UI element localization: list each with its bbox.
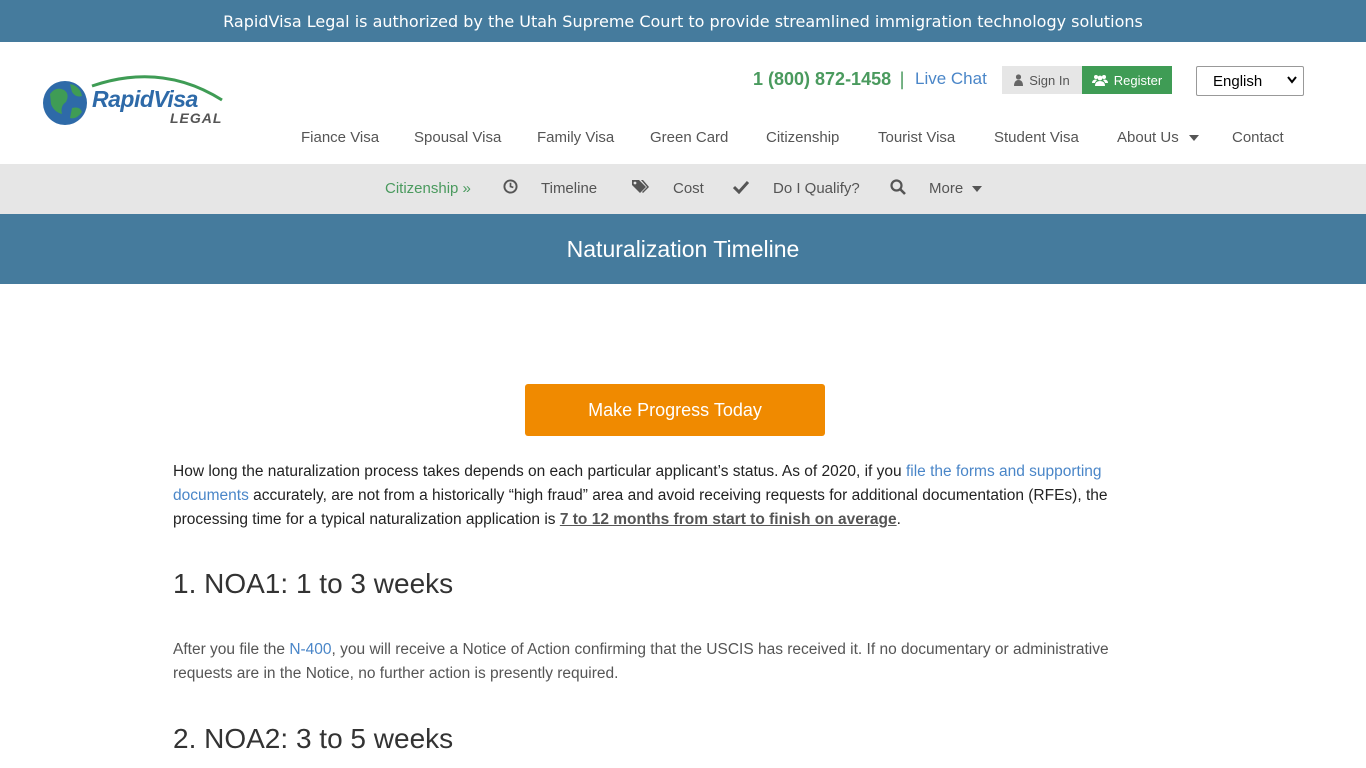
contact-separator: | xyxy=(899,69,906,90)
announcement-bar: RapidVisa Legal is authorized by the Uta… xyxy=(0,0,1366,42)
check-icon xyxy=(732,179,750,198)
language-select[interactable]: English xyxy=(1196,66,1304,96)
caret-down-icon xyxy=(972,186,983,193)
subnav-cost[interactable]: Cost xyxy=(673,180,704,197)
register-button[interactable]: Register xyxy=(1082,66,1172,94)
sign-in-label: Sign In xyxy=(1029,72,1070,88)
page-title-bar: Naturalization Timeline xyxy=(0,214,1366,284)
section-noa1-paragraph: After you file the N-400, you will recei… xyxy=(173,638,1163,686)
n400-link[interactable]: N-400 xyxy=(289,641,331,658)
nav-spousal-visa[interactable]: Spousal Visa xyxy=(414,129,501,146)
intro-paragraph: How long the naturalization process take… xyxy=(173,460,1163,532)
subnav-do-i-qualify[interactable]: Do I Qualify? xyxy=(773,180,860,197)
intro-text-1: How long the naturalization process take… xyxy=(173,463,906,480)
sign-in-button[interactable]: Sign In xyxy=(1002,66,1082,94)
section-heading-noa1: 1. NOA1: 1 to 3 weeks xyxy=(173,568,454,599)
nav-tourist-visa[interactable]: Tourist Visa xyxy=(878,129,955,146)
intro-paragraph-wrap: How long the naturalization process take… xyxy=(173,460,1163,532)
user-icon xyxy=(1014,74,1024,86)
nav-about-us-label: About Us xyxy=(1117,129,1179,146)
live-chat-link[interactable]: Live Chat xyxy=(915,69,987,89)
logo-word-visa: Visa xyxy=(153,86,198,112)
nav-green-card[interactable]: Green Card xyxy=(650,129,728,146)
intro-emphasis: 7 to 12 months from start to finish on a… xyxy=(559,511,897,528)
make-progress-button[interactable]: Make Progress Today xyxy=(525,384,825,436)
register-label: Register xyxy=(1113,72,1163,88)
caret-down-icon xyxy=(1188,135,1199,142)
subnav-citizenship[interactable]: Citizenship » xyxy=(385,180,471,197)
subnav-timeline[interactable]: Timeline xyxy=(541,180,597,197)
search-icon[interactable] xyxy=(890,179,906,199)
announcement-text: RapidVisa Legal is authorized by the Uta… xyxy=(223,11,1143,31)
nav-fiance-visa[interactable]: Fiance Visa xyxy=(301,129,379,146)
language-selected-value: English xyxy=(1213,72,1263,90)
logo-wordmark: RapidVisa xyxy=(92,86,198,113)
nav-citizenship[interactable]: Citizenship xyxy=(766,129,839,146)
intro-text-3: . xyxy=(896,511,901,528)
noa1-text-1: After you file the xyxy=(173,641,290,658)
page-title: Naturalization Timeline xyxy=(566,235,800,262)
nav-student-visa[interactable]: Student Visa xyxy=(994,129,1079,146)
tags-icon xyxy=(631,179,650,198)
section-subnav: Citizenship » Timeline Cost Do I Qualify… xyxy=(0,164,1366,214)
phone-number[interactable]: 1 (800) 872-1458 xyxy=(753,69,891,90)
clock-icon xyxy=(503,179,518,198)
subnav-more-label: More xyxy=(929,180,964,197)
site-header: RapidVisa LEGAL 1 (800) 872-1458 | Live … xyxy=(0,42,1366,164)
logo[interactable]: RapidVisa LEGAL xyxy=(42,72,232,130)
users-group-icon xyxy=(1091,75,1108,86)
subnav-more[interactable]: More xyxy=(929,180,983,197)
main-nav: Fiance Visa Spousal Visa Family Visa Gre… xyxy=(0,129,1366,151)
nav-about-us[interactable]: About Us xyxy=(1117,129,1199,146)
section-heading-noa2: 2. NOA2: 3 to 5 weeks xyxy=(173,723,454,754)
chevron-down-icon xyxy=(1287,75,1297,87)
logo-word-rapid: Rapid xyxy=(92,86,154,112)
nav-family-visa[interactable]: Family Visa xyxy=(537,129,614,146)
nav-contact[interactable]: Contact xyxy=(1232,129,1284,146)
logo-subtitle: LEGAL xyxy=(170,110,223,126)
